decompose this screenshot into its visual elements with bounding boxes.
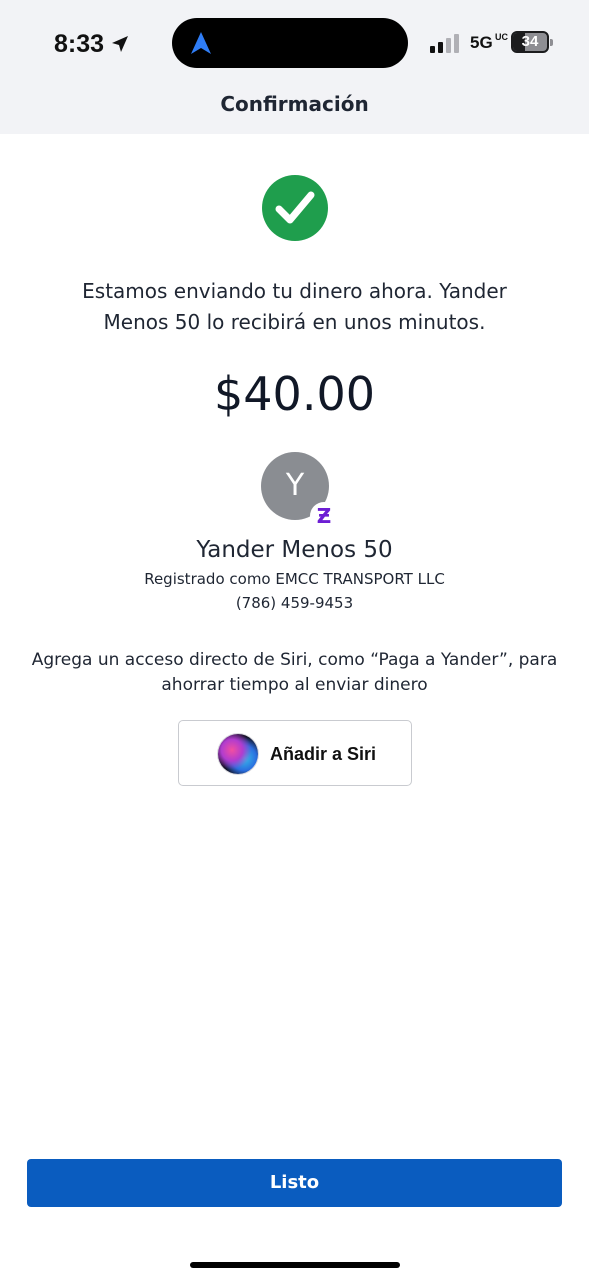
status-time: 8:33 — [54, 28, 130, 60]
zelle-badge-icon: Ƶ — [310, 502, 338, 530]
confirmation-screen: 8:33 5G UC 34 Confirmación Estamos envia… — [0, 0, 589, 1280]
battery-nub — [550, 39, 553, 46]
amount: $40.00 — [214, 367, 375, 421]
add-to-siri-label: Añadir a Siri — [270, 744, 377, 764]
network-type: 5G — [470, 33, 493, 52]
confirmation-message: Estamos enviando tu dinero ahora. Yander… — [82, 279, 507, 334]
network-suffix: UC — [495, 32, 508, 42]
signal-icon — [430, 34, 459, 53]
navigation-arrow-icon — [191, 32, 211, 54]
done-button[interactable]: Listo — [27, 1159, 562, 1207]
recipient-phone: (786) 459-9453 — [235, 594, 354, 612]
home-indicator[interactable] — [190, 1262, 400, 1268]
recipient-registered: Registrado como EMCC TRANSPORT LLC — [144, 570, 445, 588]
battery-percent: 34 — [521, 33, 539, 50]
page-title: Confirmación — [220, 92, 369, 116]
location-arrow-icon — [112, 36, 129, 52]
status-time-text: 8:33 — [54, 30, 105, 58]
battery-icon: 34 — [511, 31, 549, 53]
check-circle-icon — [262, 175, 328, 241]
add-to-siri-button[interactable]: Añadir a Siri — [178, 720, 412, 786]
header: 8:33 5G UC 34 Confirmación — [0, 0, 589, 134]
dynamic-island — [172, 18, 408, 68]
siri-prompt: Agrega un acceso directo de Siri, como “… — [31, 650, 558, 695]
recipient-name: Yander Menos 50 — [196, 537, 393, 563]
siri-icon — [218, 734, 258, 774]
